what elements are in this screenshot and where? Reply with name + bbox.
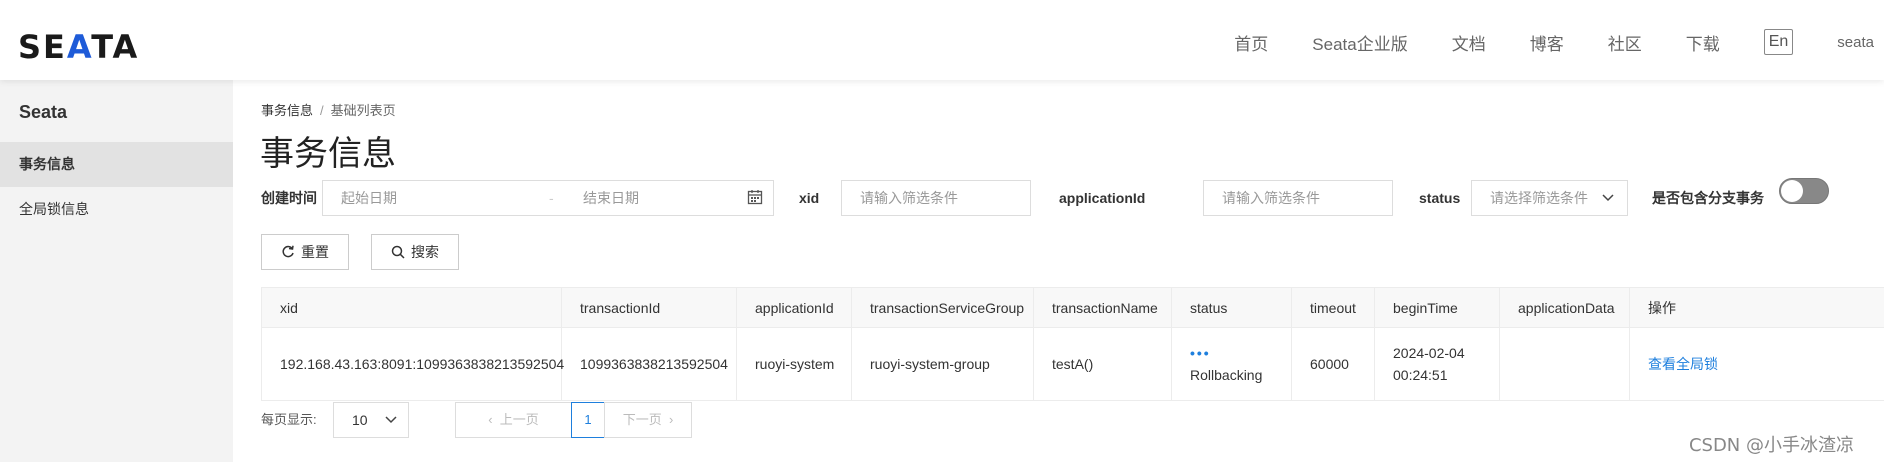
search-icon — [391, 245, 405, 259]
nav-blog[interactable]: 博客 — [1530, 30, 1564, 55]
prev-page-button[interactable]: ‹ 上一页 — [455, 402, 572, 438]
xid-label: xid — [799, 190, 820, 206]
begin-date: 2024-02-04 — [1393, 345, 1465, 361]
column-header-transaction-name: transactionName — [1033, 287, 1172, 328]
transactions-table: xid transactionId applicationId transact… — [261, 287, 1884, 401]
cell-service-group: ruoyi-system-group — [851, 327, 1034, 401]
breadcrumb-current[interactable]: 事务信息 — [261, 103, 313, 118]
date-range-picker[interactable]: 起始日期 - 结束日期 — [322, 180, 774, 216]
search-button[interactable]: 搜索 — [371, 234, 459, 270]
cell-transaction-id: 1099363838213592504 — [561, 327, 737, 401]
next-page-label: 下一页 — [622, 412, 662, 427]
table-header-row: xid transactionId applicationId transact… — [261, 287, 1884, 328]
user-name[interactable]: seata — [1837, 34, 1874, 51]
status-more-icon[interactable]: ••• — [1190, 345, 1291, 361]
next-page-button[interactable]: 下一页 › — [604, 402, 692, 438]
main-content: 事务信息 / 基础列表页 事务信息 创建时间 起始日期 - 结束日期 xid 请输入… — [233, 80, 1884, 462]
search-label: 搜索 — [411, 244, 439, 260]
application-id-label: applicationId — [1059, 190, 1146, 206]
chevron-right-icon: › — [661, 412, 674, 427]
column-header-timeout: timeout — [1291, 287, 1375, 328]
include-branch-label: 是否包含分支事务 — [1652, 190, 1764, 206]
application-id-placeholder: 请输入筛选条件 — [1222, 190, 1320, 206]
sidebar-item-transactions[interactable]: 事务信息 — [0, 142, 233, 187]
watermark: CSDN @小手冰渣凉 — [1688, 435, 1854, 456]
cell-begin-time: 2024-02-04 00:24:51 — [1374, 327, 1500, 401]
status-label: status — [1419, 190, 1461, 206]
column-header-application-data: applicationData — [1499, 287, 1630, 328]
column-header-begin-time: beginTime — [1374, 287, 1500, 328]
include-branch-toggle[interactable] — [1779, 178, 1829, 204]
top-navbar: SEATA 首页 Seata企业版 文档 博客 社区 下载 En seata — [0, 0, 1884, 80]
sidebar-item-global-locks[interactable]: 全局锁信息 — [0, 187, 233, 232]
status-text: Rollbacking — [1190, 367, 1263, 383]
language-switch-button[interactable]: En — [1763, 29, 1794, 55]
toggle-knob — [1781, 180, 1803, 202]
chevron-down-icon — [385, 416, 397, 424]
cell-application-id: ruoyi-system — [736, 327, 852, 401]
nav-home[interactable]: 首页 — [1234, 30, 1268, 55]
cell-timeout: 60000 — [1291, 327, 1375, 401]
cell-xid: 192.168.43.163:8091:1099363838213592504 — [261, 327, 564, 401]
cell-application-data — [1499, 327, 1630, 401]
column-header-actions: 操作 — [1629, 287, 1884, 328]
prev-page-label: 上一页 — [499, 412, 539, 427]
cell-transaction-name: testA() — [1033, 327, 1172, 401]
breadcrumb: 事务信息 / 基础列表页 — [261, 100, 396, 119]
begin-time: 00:24:51 — [1393, 367, 1448, 383]
reset-label: 重置 — [301, 244, 329, 260]
calendar-icon[interactable] — [747, 189, 763, 205]
nav-download[interactable]: 下载 — [1686, 30, 1720, 55]
date-range-separator: - — [549, 190, 554, 206]
page-size-label: 每页显示: — [261, 412, 317, 427]
view-global-lock-link[interactable]: 查看全局锁 — [1648, 356, 1718, 372]
page-number-current[interactable]: 1 — [571, 402, 605, 438]
breadcrumb-separator: / — [320, 103, 324, 118]
chevron-left-icon: ‹ — [488, 412, 500, 427]
reset-button[interactable]: 重置 — [261, 234, 349, 270]
nav-enterprise[interactable]: Seata企业版 — [1312, 30, 1407, 55]
start-date-placeholder: 起始日期 — [341, 190, 397, 206]
xid-placeholder: 请输入筛选条件 — [860, 190, 958, 206]
application-id-input[interactable]: 请输入筛选条件 — [1203, 180, 1393, 216]
main-nav: 首页 Seata企业版 文档 博客 社区 下载 En seata — [1190, 26, 1884, 58]
refresh-icon — [282, 245, 294, 258]
status-placeholder: 请选择筛选条件 — [1490, 190, 1588, 206]
status-select[interactable]: 请选择筛选条件 — [1471, 180, 1628, 216]
cell-actions: 查看全局锁 — [1629, 327, 1884, 401]
end-date-placeholder: 结束日期 — [583, 190, 639, 206]
xid-input[interactable]: 请输入筛选条件 — [841, 180, 1031, 216]
column-header-service-group: transactionServiceGroup — [851, 287, 1034, 328]
breadcrumb-page: 基础列表页 — [330, 103, 396, 118]
logo-text-accent: A — [66, 28, 92, 66]
page-size-select[interactable]: 10 — [333, 402, 409, 438]
chevron-down-icon — [1602, 194, 1614, 202]
column-header-transaction-id: transactionId — [561, 287, 737, 328]
logo-text-2: TA — [91, 28, 140, 66]
sidebar: Seata 事务信息 全局锁信息 — [0, 80, 233, 462]
nav-community[interactable]: 社区 — [1608, 30, 1642, 55]
nav-docs[interactable]: 文档 — [1452, 30, 1486, 55]
seata-logo[interactable]: SEATA — [18, 28, 139, 66]
logo-text-1: SE — [18, 28, 67, 66]
column-header-application-id: applicationId — [736, 287, 852, 328]
column-header-status: status — [1171, 287, 1292, 328]
page-size-value: 10 — [352, 412, 368, 428]
table-row: 192.168.43.163:8091:1099363838213592504 … — [261, 327, 1884, 401]
cell-status: ••• Rollbacking — [1171, 327, 1292, 401]
column-header-xid: xid — [261, 287, 562, 328]
sidebar-title: Seata — [19, 102, 68, 122]
page-title: 事务信息 — [260, 135, 396, 173]
created-time-label: 创建时间 — [261, 190, 317, 206]
